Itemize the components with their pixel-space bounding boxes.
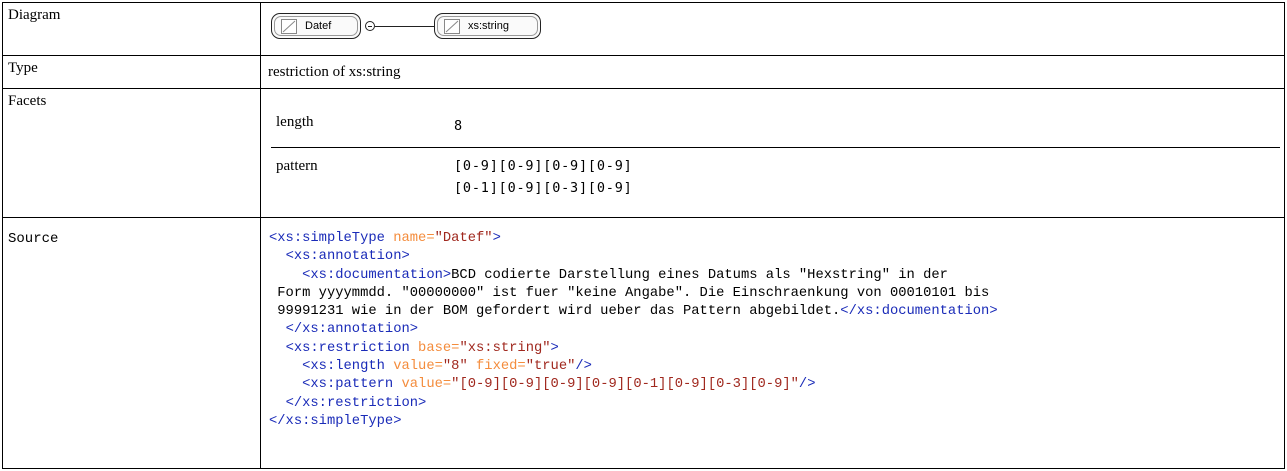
datef-type-node[interactable]: Datef: [271, 13, 361, 39]
xml-tag: />: [575, 359, 592, 375]
source-row: Source <xs:simpleType name="Datef"> <xs:…: [3, 217, 1284, 468]
facet-value-line: [0-9][0-9][0-9][0-9]: [454, 158, 633, 174]
schema-doc-table: Diagram Datef xs:string Type restriction…: [2, 2, 1285, 469]
source-label: Source: [3, 218, 261, 468]
facet-value: 8: [454, 115, 463, 137]
xml-tag: <xs:simpleType: [269, 231, 385, 246]
diagram-cell: Datef xs:string: [261, 3, 1284, 55]
xml-tag: <xs:restriction: [285, 340, 410, 356]
type-row: Type restriction of xs:string: [3, 55, 1284, 88]
xml-attribute: fixed=: [467, 359, 526, 375]
diagram-row: Diagram Datef xs:string: [3, 3, 1284, 55]
diagram-label: Diagram: [3, 3, 261, 55]
source-code: <xs:simpleType name="Datef"> <xs:annotat…: [269, 230, 998, 431]
documentation-text: Form yyyymmdd. "00000000" ist fuer "kein…: [277, 285, 990, 301]
facet-value-line: [0-1][0-9][0-3][0-9]: [454, 180, 633, 196]
xml-tag: </xs:documentation>: [840, 304, 998, 320]
xs-string-node-label: xs:string: [468, 20, 509, 32]
xml-tag: </xs:annotation>: [285, 322, 419, 338]
xml-tag: >: [492, 231, 501, 246]
facet-pattern-row: pattern [0-9][0-9][0-9][0-9] [0-1][0-9][…: [271, 148, 1280, 208]
xml-tag: <xs:pattern: [302, 377, 394, 393]
datef-node-label: Datef: [305, 20, 332, 32]
xml-attribute-value: "[0-9][0-9][0-9][0-9][0-1][0-9][0-3][0-9…: [451, 377, 799, 393]
facets-row: Facets length 8 pattern [0-9][0-9][0-9][…: [3, 88, 1284, 217]
facet-value-line: 8: [454, 118, 463, 134]
xml-attribute-value: "xs:string": [459, 340, 551, 356]
facet-name: length: [276, 114, 314, 130]
xml-attribute: base=: [409, 340, 460, 356]
documentation-text: BCD codierte Darstellung eines Datums al…: [451, 267, 948, 283]
xml-attribute-value: "true": [525, 359, 576, 375]
documentation-text: 99991231 wie in der BOM gefordert wird u…: [277, 304, 841, 320]
facet-name: pattern: [276, 158, 318, 174]
xml-tag: >: [550, 340, 559, 356]
xml-tag: </xs:simpleType>: [269, 413, 402, 429]
facet-value: [0-9][0-9][0-9][0-9] [0-1][0-9][0-3][0-9…: [454, 155, 633, 199]
xs-string-type-node[interactable]: xs:string: [434, 13, 541, 39]
facets-label: Facets: [3, 89, 261, 217]
xml-attribute-value: "8": [442, 359, 468, 375]
facet-length-row: length 8: [271, 99, 1280, 148]
xml-tag: <xs:length: [302, 359, 385, 375]
type-value: restriction of xs:string: [268, 64, 401, 80]
xml-tag: />: [798, 377, 816, 393]
xml-attribute: value=: [393, 377, 452, 393]
simple-type-icon: [281, 19, 297, 34]
type-label: Type: [3, 56, 261, 88]
collapse-icon[interactable]: [365, 21, 375, 31]
simple-type-icon: [444, 19, 460, 34]
xml-attribute: name=: [384, 231, 435, 246]
xml-tag: </xs:restriction>: [285, 395, 427, 411]
facets-cell: length 8 pattern [0-9][0-9][0-9][0-9] [0…: [261, 89, 1284, 217]
source-cell: <xs:simpleType name="Datef"> <xs:annotat…: [261, 218, 1284, 468]
xml-tag: <xs:documentation>: [302, 267, 452, 283]
schema-diagram: Datef xs:string: [271, 13, 571, 43]
xml-tag: <xs:annotation>: [285, 249, 410, 265]
connector-line: [375, 26, 434, 27]
xml-attribute-value: "Datef": [434, 231, 493, 246]
type-cell: restriction of xs:string: [261, 56, 1284, 88]
xml-attribute: value=: [384, 359, 443, 375]
